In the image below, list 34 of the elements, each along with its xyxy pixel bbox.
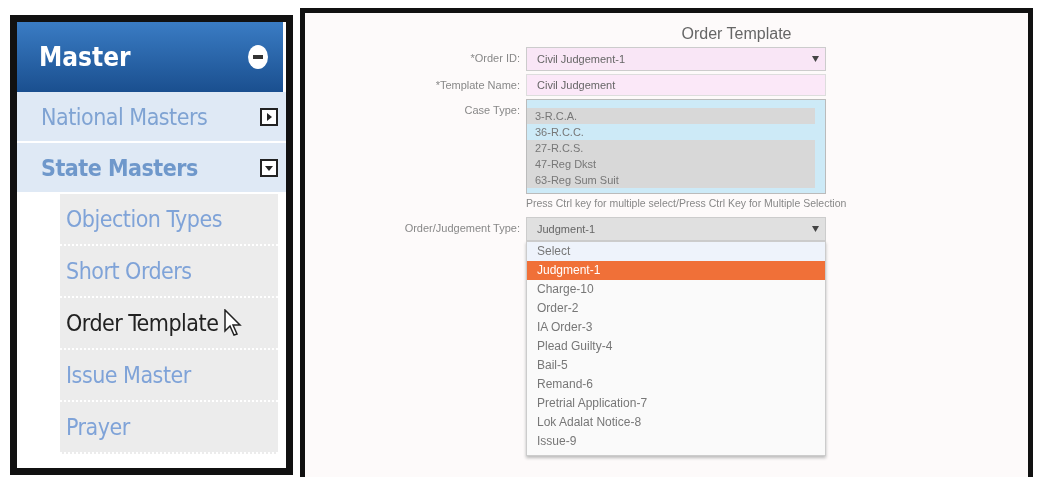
dropdown-option[interactable]: IA Order-3 xyxy=(527,318,825,337)
dropdown-option[interactable]: Pretrial Application-7 xyxy=(527,394,825,413)
dropdown-option[interactable]: Order-2 xyxy=(527,299,825,318)
dropdown-option[interactable]: Lok Adalat Notice-8 xyxy=(527,413,825,432)
dropdown-option[interactable]: Charge-10 xyxy=(527,280,825,299)
dropdown-option[interactable]: Plead Guilty-4 xyxy=(527,337,825,356)
expanded-icon[interactable] xyxy=(260,158,278,177)
template-name-field[interactable]: Civil Judgement xyxy=(526,74,826,96)
menu-header[interactable]: Master xyxy=(17,22,283,92)
list-option[interactable]: 47-Reg Dkst xyxy=(527,156,815,172)
hint-text: Press Ctrl key for multiple select/Press Ctrl Key for Multiple Selection xyxy=(526,197,848,209)
dropdown-caret-icon xyxy=(812,56,819,62)
list-option[interactable]: 36-R.C.C. xyxy=(527,124,815,140)
order-id-select[interactable]: Civil Judgement-1 xyxy=(526,47,826,71)
form-title: Order Template xyxy=(680,25,793,43)
cursor-icon xyxy=(224,309,243,337)
field-label: Case Type: xyxy=(463,103,520,116)
case-type-list[interactable]: 3-R.C.A. 36-R.C.C. 27-R.C.S. 47-Reg Dkst 63-Reg Sum Suit xyxy=(526,99,826,194)
field-label: Order/Judgement Type: xyxy=(403,221,520,234)
dropdown-option[interactable]: Issue-9 xyxy=(527,432,825,451)
collapsed-icon[interactable] xyxy=(260,107,278,126)
field-label: *Template Name: xyxy=(434,78,520,91)
field-label: *Order ID: xyxy=(469,51,520,64)
judgement-type-select[interactable]: Judgment-1 xyxy=(526,217,826,241)
list-option[interactable]: 3-R.C.A. xyxy=(527,108,815,124)
dropdown-option[interactable]: Remand-6 xyxy=(527,375,825,394)
dropdown-option[interactable]: Bail-5 xyxy=(527,356,825,375)
dropdown-caret-icon xyxy=(812,226,819,232)
menu-title: Master xyxy=(39,42,131,72)
list-option[interactable]: 63-Reg Sum Suit xyxy=(527,172,815,188)
collapse-icon[interactable] xyxy=(247,44,269,70)
dropdown-option[interactable]: Judgment-1 xyxy=(527,261,825,280)
dropdown-option[interactable]: Select xyxy=(527,242,825,261)
list-option[interactable]: 27-R.C.S. xyxy=(527,140,815,156)
